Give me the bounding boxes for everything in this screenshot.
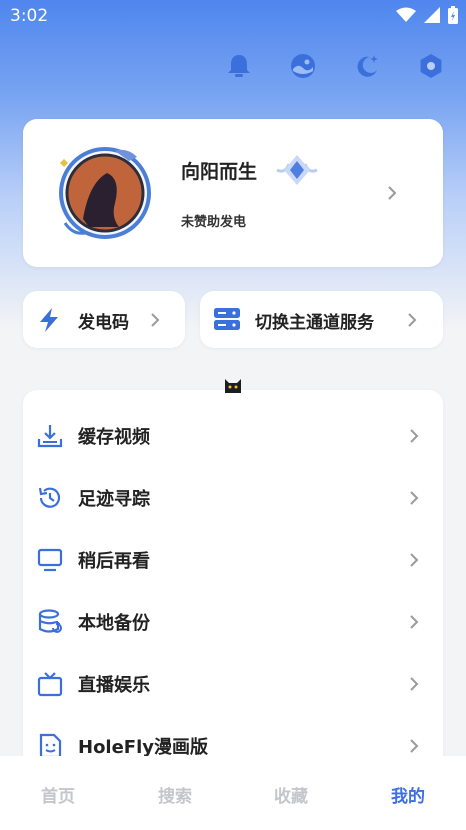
cat-mascot-icon	[225, 379, 241, 393]
tab-favorites[interactable]: 收藏	[261, 782, 321, 807]
theme-icon[interactable]	[290, 53, 316, 79]
lightning-icon	[40, 308, 58, 332]
avatar[interactable]	[55, 143, 155, 243]
menu-item-label: 本地备份	[78, 613, 150, 634]
wifi-icon	[396, 7, 416, 22]
menu-list: 缓存视频 足迹寻踪 稍后再看 本地备份 直播娱乐 HoleFly漫画版	[23, 390, 443, 770]
username: 向阳而生	[181, 161, 258, 183]
monitor-icon	[37, 548, 63, 572]
history-icon	[38, 487, 61, 508]
chevron-right-icon	[410, 615, 419, 629]
bell-icon[interactable]	[226, 53, 252, 79]
tab-home[interactable]: 首页	[28, 782, 88, 807]
profile-card[interactable]: 向阳而生 未赞助发电	[23, 119, 443, 267]
tab-search[interactable]: 搜索	[145, 782, 205, 807]
menu-item-label: 足迹寻踪	[78, 489, 150, 510]
download-icon	[37, 425, 63, 448]
switch-channel-button[interactable]: 切换主通道服务	[200, 291, 443, 348]
menu-item-label: 稍后再看	[78, 551, 150, 572]
member-badge-icon	[273, 150, 321, 194]
menu-item-watch-later[interactable]: 稍后再看	[23, 528, 443, 590]
chevron-right-icon	[408, 313, 417, 327]
menu-item-history[interactable]: 足迹寻踪	[23, 466, 443, 528]
tv-icon	[37, 672, 63, 697]
menu-item-label: 直播娱乐	[78, 675, 150, 696]
server-icon	[214, 308, 240, 330]
signal-icon	[424, 7, 440, 23]
chevron-right-icon	[410, 491, 419, 505]
status-bar: 3:02	[0, 0, 466, 32]
chevron-right-icon	[410, 553, 419, 567]
menu-item-local-backup[interactable]: 本地备份	[23, 590, 443, 652]
chevron-right-icon	[388, 186, 397, 200]
database-icon	[38, 609, 62, 633]
status-time: 3:02	[10, 6, 49, 26]
menu-item-live[interactable]: 直播娱乐	[23, 652, 443, 714]
sponsor-status: 未赞助发电	[181, 215, 247, 230]
night-mode-icon[interactable]	[354, 53, 380, 79]
chevron-right-icon	[410, 429, 419, 443]
bottom-tab-bar: 首页 搜索 收藏 我的	[0, 756, 466, 830]
charge-code-button[interactable]: 发电码	[23, 291, 185, 348]
chevron-right-icon	[151, 313, 160, 327]
menu-item-label: 缓存视频	[78, 427, 150, 448]
menu-item-cache-video[interactable]: 缓存视频	[23, 404, 443, 466]
charge-code-label: 发电码	[78, 313, 129, 333]
chevron-right-icon	[410, 739, 419, 753]
switch-channel-label: 切换主通道服务	[255, 313, 374, 333]
tab-mine[interactable]: 我的	[378, 782, 438, 807]
header-actions	[226, 53, 444, 79]
settings-icon[interactable]	[418, 53, 444, 79]
chevron-right-icon	[410, 677, 419, 691]
battery-icon	[448, 6, 458, 24]
